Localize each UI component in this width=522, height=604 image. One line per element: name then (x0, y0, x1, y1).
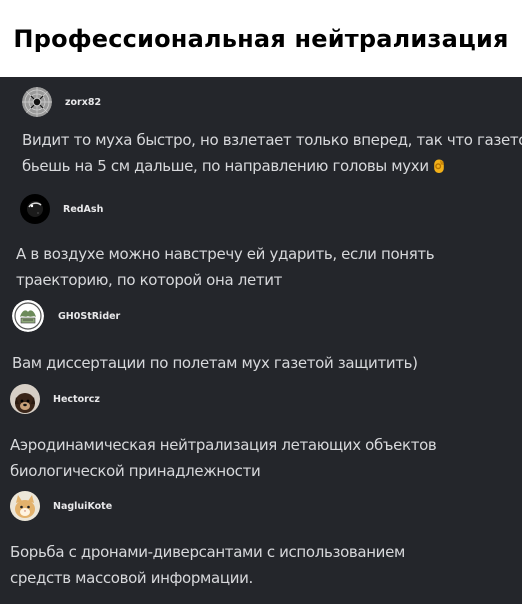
comment-text-line: Видит то муха быстро, но взлетает только… (22, 131, 522, 149)
meme-header: Профессиональная нейтрализация (0, 0, 522, 77)
comment-text-line: Борьба с дронами-диверсантами с использо… (10, 543, 405, 561)
comment-body: Видит то муха быстро, но взлетает только… (22, 127, 522, 179)
comment-item: Hectorcz Аэродинамическая нейтрализация … (0, 384, 522, 484)
spider-web-avatar[interactable] (22, 87, 52, 117)
dark-planet-avatar[interactable] (20, 194, 50, 224)
comment-author-row: NagluiKote (10, 491, 522, 521)
comment-text-line: А в воздухе можно навстречу ей ударить, … (16, 245, 435, 263)
dog-photo-avatar[interactable] (10, 384, 40, 414)
cat-photo-avatar[interactable] (10, 491, 40, 521)
comment-author-row: Hectorcz (10, 384, 522, 414)
comment-item: GH0StRider Вам диссертации по полетам му… (0, 300, 522, 376)
badge-emblem-avatar[interactable] (12, 300, 44, 332)
comment-username[interactable]: Hectorcz (53, 394, 100, 405)
comment-item: RedAsh А в воздухе можно навстречу ей уд… (0, 194, 522, 293)
comment-username[interactable]: zorx82 (65, 97, 101, 108)
comment-text-line: Вам диссертации по полетам мух газетой з… (12, 354, 418, 372)
comment-body: Аэродинамическая нейтрализация летающих … (10, 432, 522, 484)
comment-text-line: средств массовой информации. (10, 569, 253, 587)
comment-item: zorx82 Видит то муха быстро, но взлетает… (0, 87, 522, 179)
ok-hand-emoji-icon (432, 156, 446, 173)
comment-author-row: RedAsh (20, 194, 522, 224)
comment-body: Борьба с дронами-диверсантами с использо… (10, 539, 522, 591)
comment-item: NagluiKote Борьба с дронами-диверсантами… (0, 491, 522, 591)
comment-text-line: Аэродинамическая нейтрализация летающих … (10, 436, 437, 454)
comment-username[interactable]: NagluiKote (53, 501, 112, 512)
meme-title: Профессиональная нейтрализация (13, 24, 509, 53)
comment-text-line: траекторию, по которой она летит (16, 271, 282, 289)
comment-author-row: zorx82 (22, 87, 522, 117)
comment-body: Вам диссертации по полетам мух газетой з… (12, 350, 522, 376)
comment-text-line: биологической принадлежности (10, 462, 261, 480)
comment-username[interactable]: GH0StRider (58, 311, 120, 322)
comment-body: А в воздухе можно навстречу ей ударить, … (16, 241, 522, 293)
comment-username[interactable]: RedAsh (63, 204, 103, 215)
comment-text-line: бьешь на 5 см дальше, по направлению гол… (22, 157, 429, 175)
comment-author-row: GH0StRider (12, 300, 522, 332)
comment-thread: zorx82 Видит то муха быстро, но взлетает… (0, 77, 522, 604)
